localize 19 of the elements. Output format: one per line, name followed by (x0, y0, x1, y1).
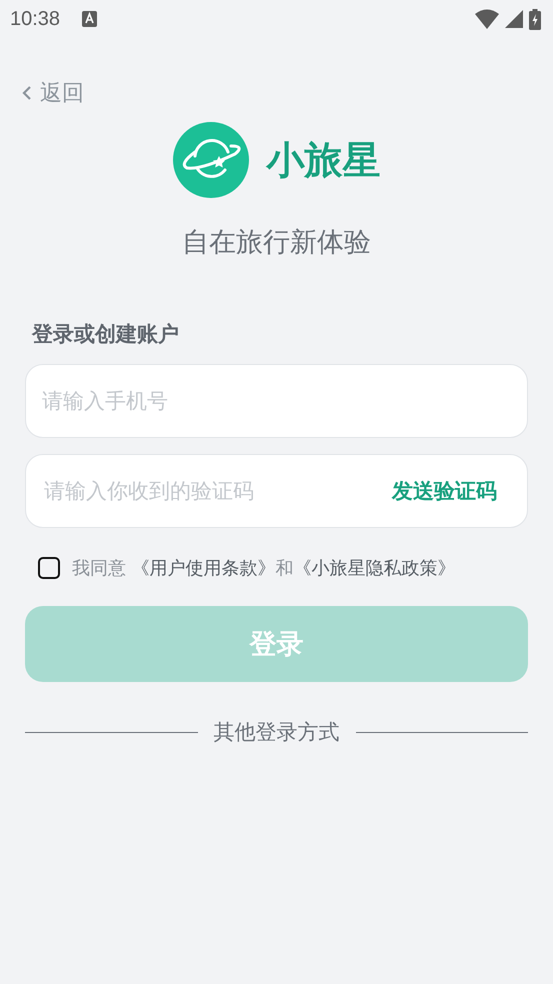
back-button[interactable]: 返回 (22, 78, 84, 108)
chevron-left-icon (22, 85, 32, 101)
battery-icon (529, 8, 541, 30)
planet-logo-icon (172, 122, 248, 198)
slogan: 自在旅行新体验 (181, 226, 372, 260)
app-name: 小旅星 (266, 136, 380, 184)
wifi-icon (475, 9, 499, 29)
signal-icon (505, 10, 523, 28)
privacy-link[interactable]: 《小旅星隐私政策》 (294, 558, 456, 579)
phone-field[interactable]: 请输入手机号 (25, 364, 528, 438)
keyboard-icon (82, 11, 98, 27)
status-time: 10:38 (10, 8, 60, 30)
terms-link[interactable]: 《用户使用条款》 (132, 558, 276, 579)
form-title: 登录或创建账户 (32, 321, 180, 348)
agreement-text: 我同意 《用户使用条款》和《小旅星隐私政策》 (72, 557, 456, 580)
send-code-button[interactable]: 发送验证码 (392, 477, 511, 505)
code-field[interactable]: 请输入你收到的验证码 发送验证码 (25, 454, 528, 528)
other-login-label: 其他登录方式 (214, 719, 340, 746)
agreement-checkbox[interactable] (38, 557, 60, 579)
